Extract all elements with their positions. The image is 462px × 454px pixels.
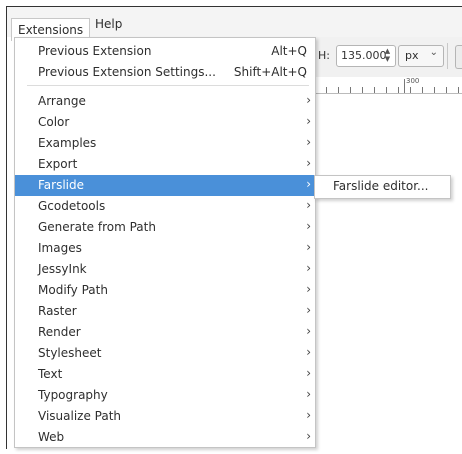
- menu-item-label: JessyInk: [38, 262, 87, 276]
- chevron-right-icon: ›: [306, 114, 311, 128]
- menu-item-examples[interactable]: Examples ›: [15, 133, 315, 154]
- menubar: Extensions Help: [7, 7, 462, 41]
- menu-item-label: Gcodetools: [38, 199, 106, 213]
- menu-item-label: Render: [38, 325, 81, 339]
- toolbar-divider: [447, 43, 448, 69]
- menu-item-label: Farslide: [38, 178, 85, 192]
- height-label: H:: [318, 49, 330, 62]
- height-input[interactable]: 135.000 ▲ ▼: [336, 45, 396, 67]
- ruler-label: 300: [406, 77, 420, 85]
- menu-item-previous-extension-settings[interactable]: Previous Extension Settings... Shift+Alt…: [15, 62, 315, 83]
- menu-item-arrange[interactable]: Arrange ›: [15, 91, 315, 112]
- chevron-right-icon: ›: [306, 366, 311, 380]
- horizontal-ruler[interactable]: 300: [314, 77, 462, 94]
- unit-value: px: [405, 49, 419, 62]
- menu-item-modify-path[interactable]: Modify Path ›: [15, 280, 315, 301]
- chevron-down-icon: ⌄: [429, 47, 438, 58]
- menu-item-label: Typography: [38, 388, 108, 402]
- ruler-ticks: [314, 87, 462, 93]
- menu-item-gcodetools[interactable]: Gcodetools ›: [15, 196, 315, 217]
- menu-item-label: Previous Extension Settings...: [38, 65, 216, 79]
- chevron-right-icon: ›: [306, 282, 311, 296]
- farslide-submenu: Farslide editor...: [314, 175, 451, 199]
- menu-item-label: Arrange: [38, 94, 86, 108]
- chevron-right-icon: ›: [306, 429, 311, 443]
- menu-item-generate-from-path[interactable]: Generate from Path ›: [15, 217, 315, 238]
- menu-item-typography[interactable]: Typography ›: [15, 385, 315, 406]
- toolbar-button-partial[interactable]: [455, 45, 462, 69]
- menu-item-label: Examples: [38, 136, 97, 150]
- menu-item-web[interactable]: Web ›: [15, 427, 315, 448]
- toolbar: H: 135.000 ▲ ▼ px ⌄: [314, 37, 462, 77]
- chevron-right-icon: ›: [306, 303, 311, 317]
- chevron-right-icon: ›: [306, 324, 311, 338]
- menu-separator: [27, 85, 309, 86]
- unit-select[interactable]: px ⌄: [398, 45, 444, 67]
- menu-item-accelerator: Shift+Alt+Q: [233, 65, 307, 79]
- chevron-right-icon: ›: [306, 177, 311, 191]
- chevron-right-icon: ›: [306, 408, 311, 422]
- height-value: 135.000: [341, 49, 387, 62]
- chevron-right-icon: ›: [306, 219, 311, 233]
- menu-item-jessyink[interactable]: JessyInk ›: [15, 259, 315, 280]
- extensions-menu: Previous Extension Alt+Q Previous Extens…: [14, 37, 316, 448]
- menu-item-label: Color: [38, 115, 70, 129]
- menu-item-label: Export: [38, 157, 78, 171]
- menu-item-farslide[interactable]: Farslide ›: [15, 175, 315, 196]
- menu-item-text[interactable]: Text ›: [15, 364, 315, 385]
- chevron-right-icon: ›: [306, 387, 311, 401]
- chevron-right-icon: ›: [306, 156, 311, 170]
- menu-item-accelerator: Alt+Q: [271, 44, 307, 58]
- chevron-right-icon: ›: [306, 261, 311, 275]
- menu-item-label: Images: [38, 241, 82, 255]
- menu-item-label: Stylesheet: [38, 346, 102, 360]
- ruler-major-tick: [404, 79, 405, 93]
- menu-item-label: Previous Extension: [38, 44, 152, 58]
- menu-item-label: Web: [38, 430, 65, 444]
- chevron-right-icon: ›: [306, 135, 311, 149]
- chevron-right-icon: ›: [306, 240, 311, 254]
- spin-up-down-icon[interactable]: ▲ ▼: [383, 47, 392, 63]
- chevron-right-icon: ›: [306, 198, 311, 212]
- menu-item-label: Modify Path: [38, 283, 108, 297]
- chevron-right-icon: ›: [306, 345, 311, 359]
- menu-item-label: Generate from Path: [38, 220, 156, 234]
- menu-item-visualize-path[interactable]: Visualize Path ›: [15, 406, 315, 427]
- menu-item-stylesheet[interactable]: Stylesheet ›: [15, 343, 315, 364]
- menu-item-images[interactable]: Images ›: [15, 238, 315, 259]
- menu-item-label: Raster: [38, 304, 77, 318]
- menu-item-farslide-editor[interactable]: Farslide editor...: [333, 179, 428, 193]
- menu-item-label: Visualize Path: [38, 409, 122, 423]
- menu-item-color[interactable]: Color ›: [15, 112, 315, 133]
- chevron-right-icon: ›: [306, 93, 311, 107]
- menu-item-render[interactable]: Render ›: [15, 322, 315, 343]
- menu-item-label: Text: [38, 367, 63, 381]
- menu-item-raster[interactable]: Raster ›: [15, 301, 315, 322]
- menu-item-previous-extension[interactable]: Previous Extension Alt+Q: [15, 41, 315, 62]
- menubar-help[interactable]: Help: [89, 15, 128, 33]
- menu-item-export[interactable]: Export ›: [15, 154, 315, 175]
